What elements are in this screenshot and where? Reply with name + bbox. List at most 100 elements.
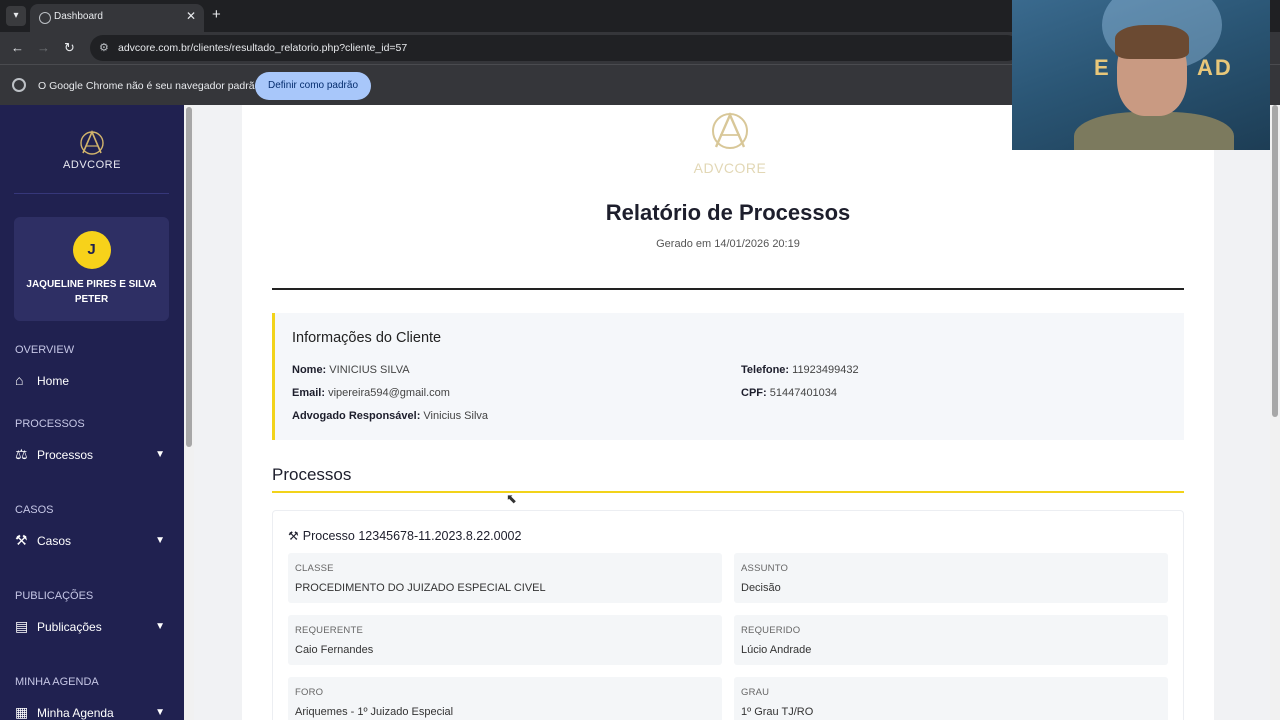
new-tab-button[interactable]: +: [212, 6, 221, 23]
main-content: ADVCORE Relatório de Processos Gerado em…: [194, 105, 1280, 720]
field-label: Telefone:: [741, 364, 790, 376]
process-field-grau: GRAU 1º Grau TJ/RO: [734, 677, 1168, 720]
client-name-field: Nome: VINICIUS SILVA: [292, 364, 410, 376]
client-email-field: Email: vipereira594@gmail.com: [292, 387, 450, 399]
field-value: Ariquemes - 1º Juizado Especial: [295, 706, 454, 718]
section-label-publicacoes: PUBLICAÇÕES: [15, 590, 94, 602]
sidebar: ADVCORE J JAQUELINE PIRES E SILVA PETER …: [0, 105, 184, 720]
webcam-overlay: E AD: [1012, 0, 1270, 150]
section-label-processos: PROCESSOS: [15, 418, 85, 430]
sidebar-item-home[interactable]: ⌂ Home: [15, 372, 165, 390]
chevron-down-icon: ▼: [155, 621, 165, 632]
process-card: ⚒ Processo 12345678-11.2023.8.22.0002 CLA…: [272, 510, 1184, 720]
logo-text: ADVCORE: [693, 160, 767, 176]
field-label: GRAU: [741, 687, 770, 698]
tab-title: Dashboard: [54, 11, 103, 22]
client-info-box: Informações do Cliente Nome: VINICIUS SI…: [272, 313, 1184, 440]
report-logo: ADVCORE: [682, 107, 778, 176]
chrome-icon: [12, 78, 26, 92]
field-label: REQUERENTE: [295, 625, 363, 636]
tab-search-button[interactable]: ▾: [6, 6, 26, 26]
report-generated-date: Gerado em 14/01/2026 20:19: [656, 238, 800, 250]
field-label: Nome:: [292, 364, 327, 376]
chevron-down-icon: ▼: [155, 535, 165, 546]
report-sheet: ADVCORE Relatório de Processos Gerado em…: [242, 105, 1214, 720]
client-lawyer-field: Advogado Responsável: Vinicius Silva: [292, 410, 488, 422]
field-value: Decisão: [741, 582, 781, 594]
globe-icon: [39, 12, 51, 24]
field-value: PROCEDIMENTO DO JUIZADO ESPECIAL CIVEL: [295, 582, 546, 594]
field-value: Caio Fernandes: [295, 644, 374, 656]
field-label: CLASSE: [295, 563, 334, 574]
user-card[interactable]: J JAQUELINE PIRES E SILVA PETER: [14, 217, 169, 321]
field-label: Advogado Responsável:: [292, 410, 421, 422]
process-number: Processo 12345678-11.2023.8.22.0002: [302, 529, 522, 543]
field-label: REQUERIDO: [741, 625, 801, 636]
set-default-button[interactable]: Definir como padrão: [255, 72, 371, 100]
field-label: Email:: [292, 387, 326, 399]
webcam-sign-right: AD: [1197, 55, 1233, 80]
client-lawyer: Vinicius Silva: [423, 410, 489, 422]
processos-divider: [272, 491, 1184, 493]
process-field-assunto: ASSUNTO Decisão: [734, 553, 1168, 603]
client-info-title: Informações do Cliente: [292, 330, 442, 346]
page-scroll-thumb[interactable]: [1272, 105, 1278, 417]
sidebar-item-label: Casos: [37, 534, 72, 548]
sidebar-scroll-thumb[interactable]: [186, 107, 192, 447]
process-field-classe: CLASSE PROCEDIMENTO DO JUIZADO ESPECIAL …: [288, 553, 722, 603]
page-scrollbar[interactable]: [1270, 105, 1280, 720]
client-email: vipereira594@gmail.com: [328, 387, 450, 399]
sidebar-item-processos[interactable]: ⚖ Processos ▼: [15, 446, 165, 464]
sidebar-item-casos[interactable]: ⚒ Casos ▼: [15, 532, 165, 550]
processos-heading: Processos: [272, 465, 352, 484]
infobar-message: O Google Chrome não é seu navegador padr…: [38, 80, 261, 92]
back-icon[interactable]: ←: [11, 40, 24, 55]
user-name: JAQUELINE PIRES E SILVA PETER: [26, 279, 157, 305]
forward-icon[interactable]: →: [37, 40, 50, 55]
field-label: CPF:: [741, 387, 767, 399]
brand-name: ADVCORE: [63, 159, 121, 171]
browser-tab[interactable]: Dashboard ✕: [30, 4, 204, 32]
client-phone: 11923499432: [792, 364, 859, 376]
section-label-casos: CASOS: [15, 504, 54, 516]
url-text: advcore.com.br/clientes/resultado_relato…: [118, 42, 408, 54]
client-name: VINICIUS SILVA: [329, 364, 410, 376]
calendar-icon: ▦: [15, 704, 29, 720]
process-field-foro: FORO Ariquemes - 1º Juizado Especial: [288, 677, 722, 720]
sidebar-item-label: Processos: [37, 448, 94, 462]
home-icon: ⌂: [15, 372, 24, 388]
field-label: ASSUNTO: [741, 563, 789, 574]
gavel-icon: ⚒: [15, 532, 28, 548]
site-info-icon[interactable]: ⚙: [99, 41, 109, 54]
sidebar-item-publicacoes[interactable]: ▤ Publicações ▼: [15, 618, 165, 636]
advcore-logo-icon: [712, 112, 748, 149]
field-value: Lúcio Andrade: [741, 644, 812, 656]
process-field-requerente: REQUERENTE Caio Fernandes: [288, 615, 722, 665]
advcore-logo-icon: [80, 129, 104, 155]
sidebar-item-label: Publicações: [37, 620, 102, 634]
tab-close-icon[interactable]: ✕: [186, 9, 196, 23]
title-divider: [272, 288, 1184, 290]
client-cpf-field: CPF: 51447401034: [741, 387, 837, 399]
sidebar-item-agenda[interactable]: ▦ Minha Agenda ▼: [15, 704, 165, 720]
avatar: J: [72, 231, 111, 269]
webcam-sign-left: E: [1094, 55, 1109, 80]
sidebar-divider: [14, 193, 169, 194]
newspaper-icon: ▤: [15, 618, 29, 634]
webcam-person-hair: [1115, 25, 1189, 59]
reload-icon[interactable]: ↻: [64, 40, 75, 56]
scales-icon: ⚖: [15, 446, 28, 462]
chevron-down-icon: ▼: [155, 707, 165, 718]
chevron-down-icon: ▼: [155, 449, 165, 460]
gavel-icon: ⚒: [288, 529, 299, 543]
section-label-agenda: MINHA AGENDA: [15, 676, 99, 688]
sidebar-brand[interactable]: ADVCORE: [0, 127, 184, 171]
client-cpf: 51447401034: [769, 387, 838, 399]
sidebar-scrollbar[interactable]: [184, 105, 194, 720]
section-label-overview: OVERVIEW: [15, 344, 75, 356]
process-title: ⚒ Processo 12345678-11.2023.8.22.0002: [288, 529, 521, 543]
sidebar-item-label: Home: [37, 374, 70, 388]
field-value: 1º Grau TJ/RO: [741, 706, 814, 718]
address-bar[interactable]: ⚙ advcore.com.br/clientes/resultado_rela…: [90, 35, 1020, 61]
client-phone-field: Telefone: 11923499432: [741, 364, 859, 376]
